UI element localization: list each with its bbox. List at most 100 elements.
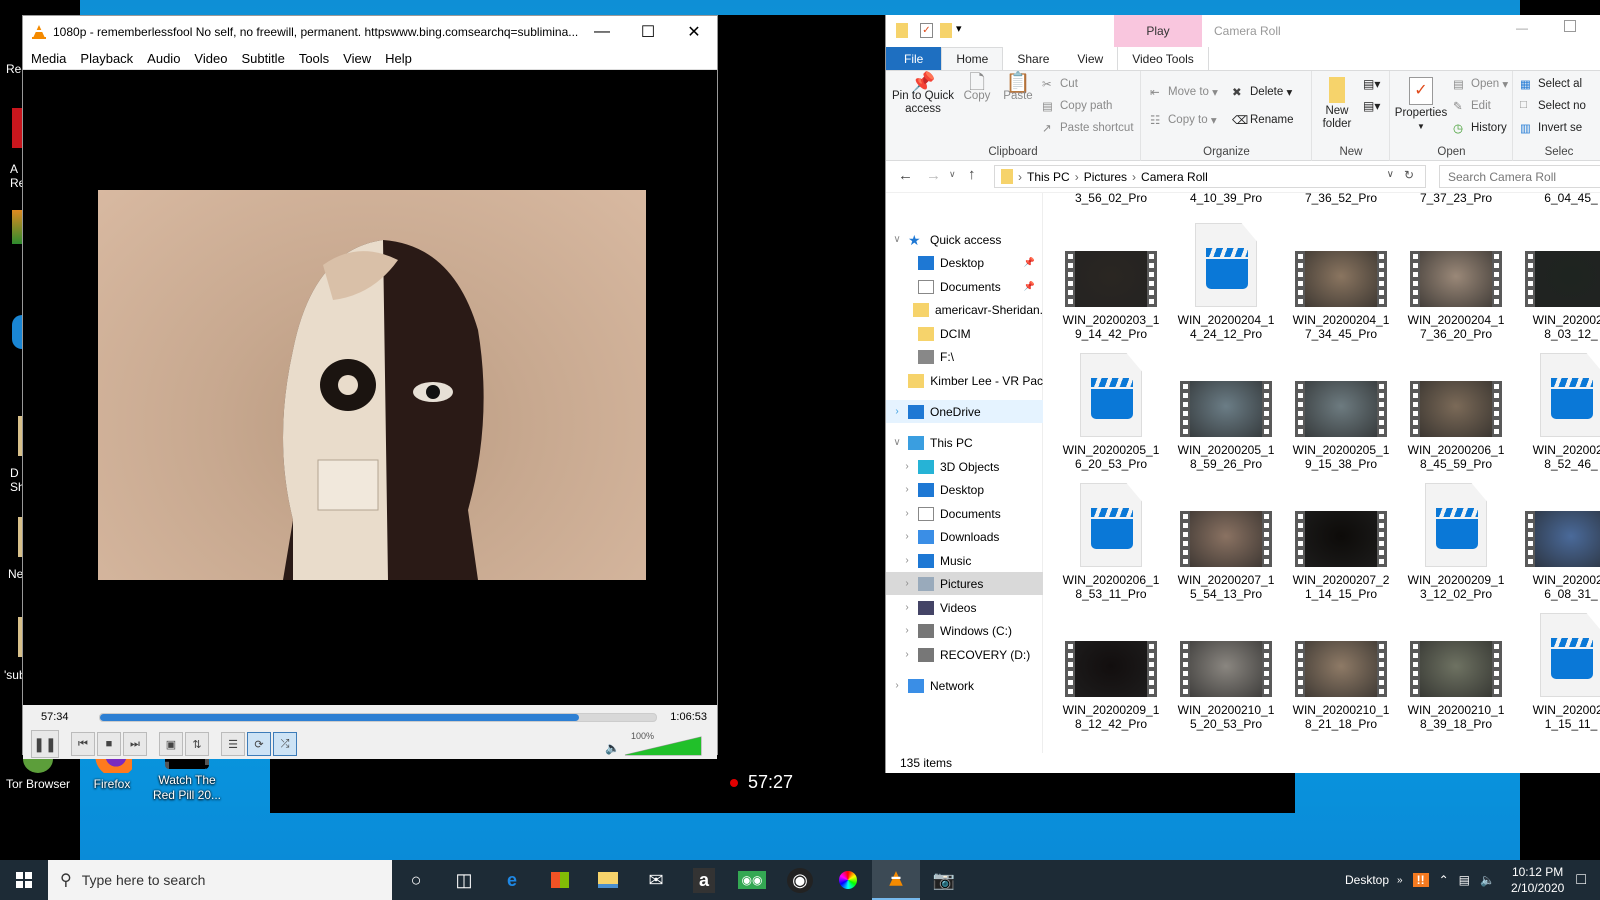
shuffle-button[interactable]: ⤮ (273, 732, 297, 756)
cortana-icon[interactable]: ○ (392, 860, 440, 900)
address-bar[interactable]: › This PC › Pictures › Camera Roll ∨ ↻ (994, 165, 1426, 188)
file-item[interactable]: WIN_20200207_1 5_54_13_Pro (1171, 483, 1281, 601)
chevron-right-icon[interactable]: › (900, 649, 914, 660)
edge-icon[interactable]: e (488, 860, 536, 900)
nav-item-onedrive[interactable]: › OneDrive (886, 400, 1043, 423)
file-item[interactable]: WIN_20200207_2 1_14_15_Pro (1286, 483, 1396, 601)
search-input[interactable]: Search Camera Roll (1439, 165, 1600, 188)
menu-video[interactable]: Video (194, 51, 227, 66)
address-dropdown-icon[interactable]: ∨ (1387, 169, 1394, 180)
breadcrumb-camera-roll[interactable]: Camera Roll (1141, 170, 1208, 184)
nav-item-music[interactable]: › Music (886, 549, 1043, 572)
speaker-icon[interactable]: 🔈 (605, 741, 620, 755)
file-item[interactable]: WIN_20200208_03_12_ (1516, 223, 1600, 341)
next-button[interactable]: ⏭ (123, 732, 147, 756)
nav-item-downloads[interactable]: › Downloads (886, 525, 1043, 548)
store-icon[interactable] (536, 860, 584, 900)
screenshot-icon[interactable]: 📷 (920, 860, 968, 900)
chevron-down-icon[interactable]: ∨ (890, 437, 904, 448)
menu-tools[interactable]: Tools (299, 51, 329, 66)
file-item[interactable]: WIN_20200204_1 7_34_45_Pro (1286, 223, 1396, 341)
minimize-button[interactable]: — (579, 16, 625, 48)
file-item[interactable]: WIN_20200205_1 8_59_26_Pro (1171, 353, 1281, 471)
minimize-button[interactable]: — (1516, 21, 1528, 35)
refresh-icon[interactable]: ↻ (1404, 168, 1414, 182)
chevron-right-icon[interactable]: › (890, 406, 904, 417)
tab-video-tools[interactable]: Video Tools (1117, 47, 1209, 70)
explorer-title-bar[interactable]: ✓ ▾ Play Camera Roll — (886, 15, 1600, 47)
previous-button[interactable]: ⏮ (71, 732, 95, 756)
tab-file[interactable]: File (886, 47, 942, 70)
chevron-right-icon[interactable]: › (900, 625, 914, 636)
menu-media[interactable]: Media (31, 51, 66, 66)
breadcrumb-this-pc[interactable]: This PC (1027, 170, 1070, 184)
select-none-button[interactable]: □ Select no (1520, 99, 1586, 113)
seek-bar[interactable] (99, 712, 657, 722)
chevron-right-icon[interactable]: › (900, 508, 914, 519)
fullscreen-button[interactable]: ▣ (159, 732, 183, 756)
pin-icon[interactable]: 📌 (1024, 257, 1035, 268)
show-hidden-icons-icon[interactable]: ⌃ (1439, 873, 1449, 887)
menu-subtitle[interactable]: Subtitle (241, 51, 284, 66)
extended-settings-button[interactable]: ⇅ (185, 732, 209, 756)
vlc-title-bar[interactable]: 1080p - rememberlessfool No self, no fre… (23, 16, 717, 48)
rename-button[interactable]: ⌫ Rename (1232, 113, 1293, 127)
nav-item-documents[interactable]: › Documents (886, 502, 1043, 525)
nav-item-dcim[interactable]: DCIM (886, 322, 1043, 345)
chevron-right-icon[interactable]: › (890, 680, 904, 691)
chevron-right-icon[interactable]: › (900, 602, 914, 613)
nav-item-americavr-sheridan[interactable]: americavr-Sheridan. (886, 298, 1043, 321)
file-item[interactable]: WIN_20200206_1 8_53_11_Pro (1056, 483, 1166, 601)
file-item[interactable]: WIN_20200210_1 5_20_53_Pro (1171, 613, 1281, 731)
toolbar-overflow-icon[interactable]: » (1397, 875, 1403, 886)
file-item[interactable]: WIN_20200205_1 6_20_53_Pro (1056, 353, 1166, 471)
file-item[interactable]: WIN_20200209_1 3_12_02_Pro (1401, 483, 1511, 601)
file-item[interactable]: WIN_20200206_1 8_45_59_Pro (1401, 353, 1511, 471)
camera-app-icon[interactable]: ◉ (776, 860, 824, 900)
task-view-icon[interactable]: ◫ (440, 860, 488, 900)
nav-item-videos[interactable]: › Videos (886, 596, 1043, 619)
back-arrow-icon[interactable]: ← (898, 167, 913, 184)
file-item[interactable]: WIN_20200206_08_31_ (1516, 483, 1600, 601)
breadcrumb-pictures[interactable]: Pictures (1084, 170, 1127, 184)
new-folder-quick-icon[interactable] (940, 23, 952, 38)
vlc-video-area[interactable] (23, 70, 717, 705)
paste-shortcut-button[interactable]: ↗ Paste shortcut (1042, 121, 1134, 135)
file-item[interactable]: WIN_20200210_1 8_21_18_Pro (1286, 613, 1396, 731)
maximize-button[interactable]: ☐ (625, 16, 671, 48)
playlist-button[interactable]: ☰ (221, 732, 245, 756)
loop-button[interactable]: ⟳ (247, 732, 271, 756)
chevron-down-icon[interactable]: ∨ (890, 234, 904, 245)
customize-toolbar-icon[interactable]: ▾ (956, 22, 962, 35)
tab-view[interactable]: View (1063, 47, 1117, 70)
menu-help[interactable]: Help (385, 51, 412, 66)
color-app-icon[interactable] (824, 860, 872, 900)
mail-icon[interactable]: ✉ (632, 860, 680, 900)
delete-button[interactable]: ✖ Delete ▾ (1232, 85, 1292, 99)
file-item-partial[interactable]: 4_10_39_Pro (1171, 193, 1281, 205)
vlc-taskbar-icon[interactable] (872, 860, 920, 900)
select-all-button[interactable]: ▦ Select al (1520, 77, 1582, 91)
new-folder-button[interactable]: New folder (1315, 77, 1359, 131)
chevron-right-icon[interactable]: › (900, 578, 914, 589)
file-item[interactable]: WIN_20200210_1 8_39_18_Pro (1401, 613, 1511, 731)
easy-access-icon[interactable]: ▤▾ (1363, 99, 1380, 113)
recent-locations-icon[interactable]: ∨ (949, 169, 956, 180)
copy-button[interactable]: 🗋 Copy (960, 73, 994, 103)
stop-button[interactable]: ■ (97, 732, 121, 756)
file-item-partial[interactable]: 6_04_45_ (1516, 193, 1600, 205)
nav-item-f[interactable]: F:\ (886, 345, 1043, 368)
open-button[interactable]: ▤ Open ▾ (1453, 77, 1508, 91)
nav-item-3d-objects[interactable]: › 3D Objects (886, 455, 1043, 478)
properties-quick-icon[interactable]: ✓ (920, 23, 933, 38)
nav-item-desktop[interactable]: › Desktop (886, 478, 1043, 501)
file-item[interactable]: WIN_20200204_1 7_36_20_Pro (1401, 223, 1511, 341)
file-item[interactable]: WIN_20200204_1 4_24_12_Pro (1171, 223, 1281, 341)
nav-item-documents[interactable]: Documents 📌 (886, 275, 1043, 298)
volume-icon[interactable]: 🔈 (1480, 873, 1495, 887)
nav-item-this-pc[interactable]: ∨ This PC (886, 431, 1043, 454)
volume-control[interactable]: 🔈 100% (605, 731, 705, 757)
menu-view[interactable]: View (343, 51, 371, 66)
pin-icon[interactable]: 📌 (1024, 281, 1035, 292)
taskbar-search-box[interactable]: ⚲ Type here to search (48, 860, 392, 900)
